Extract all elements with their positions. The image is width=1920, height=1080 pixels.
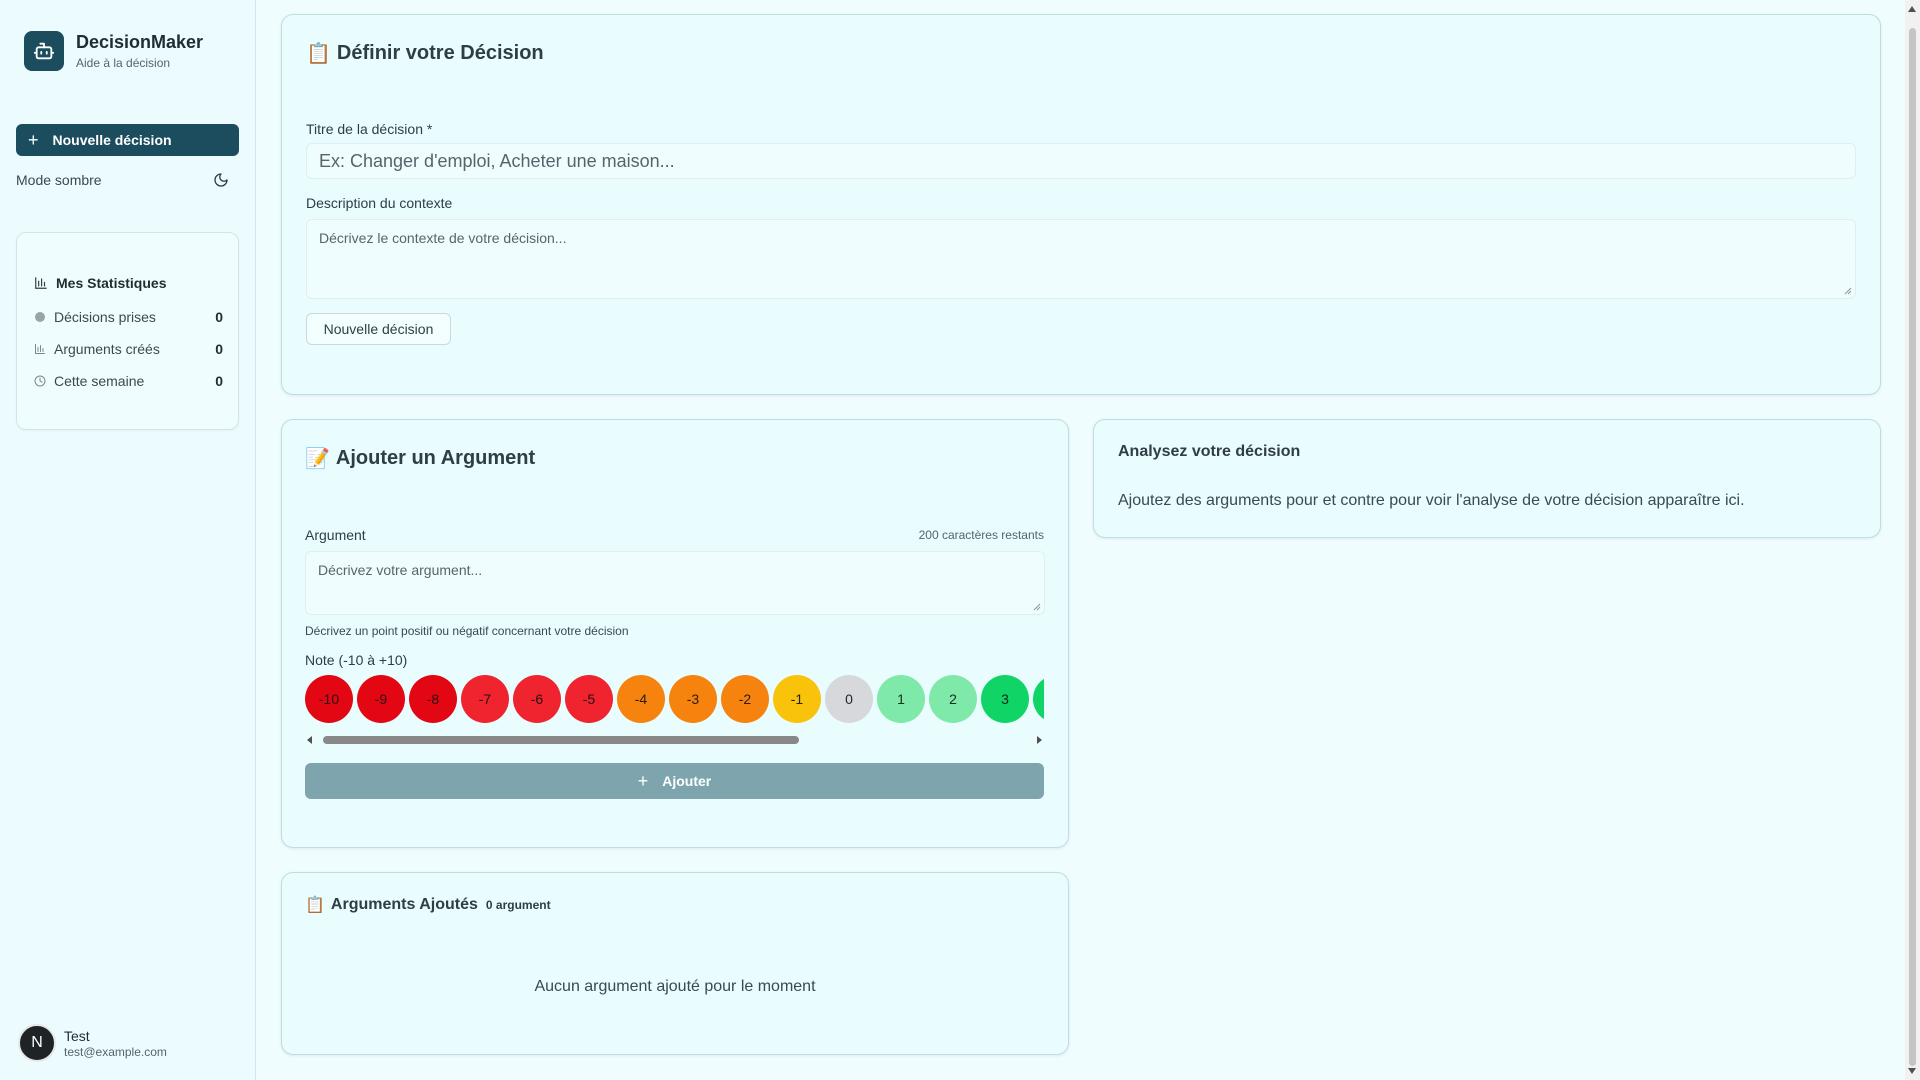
page-scrollbar[interactable] — [1905, 0, 1920, 1080]
score-option[interactable]: -6 — [513, 675, 561, 723]
memo-icon: 📝 — [305, 448, 330, 470]
empty-state-text: Aucun argument ajouté pour le moment — [534, 978, 816, 995]
score-option-partial[interactable] — [1033, 675, 1044, 723]
resize-grip-icon[interactable] — [1844, 287, 1852, 295]
user-profile[interactable]: N Test test@example.com — [18, 1024, 167, 1062]
add-argument-button[interactable]: + Ajouter — [305, 763, 1044, 799]
score-option[interactable]: -8 — [409, 675, 457, 723]
score-option[interactable]: -7 — [461, 675, 509, 723]
brand-subtitle: Aide à la décision — [76, 56, 171, 70]
score-scrollbar[interactable] — [305, 734, 1044, 746]
score-option[interactable]: 1 — [877, 675, 925, 723]
sidebar: DecisionMaker Aide à la décision + Nouve… — [0, 0, 256, 1080]
dark-mode-label: Mode sombre — [16, 172, 102, 188]
stat-label: Décisions prises — [54, 309, 156, 325]
analysis-card: Analysez votre décision Ajoutez des argu… — [1093, 419, 1881, 538]
argument-helper-text: Décrivez un point positif ou négatif con… — [305, 624, 629, 638]
decision-title-label: Titre de la décision * — [306, 121, 433, 137]
added-arguments-card: 📋 Arguments Ajoutés 0 argument Aucun arg… — [281, 872, 1069, 1055]
user-email: test@example.com — [64, 1044, 167, 1059]
user-name: Test — [64, 1027, 90, 1044]
score-option[interactable]: -9 — [357, 675, 405, 723]
scrollbar-thumb[interactable] — [1909, 28, 1916, 1066]
scroll-up-arrow-icon[interactable] — [1908, 6, 1916, 12]
score-label: Note (-10 à +10) — [305, 652, 408, 668]
bar-chart-icon — [35, 277, 47, 289]
analysis-body: Ajoutez des arguments pour et contre pou… — [1118, 492, 1745, 509]
add-button-label: Ajouter — [662, 773, 712, 789]
score-option[interactable]: 0 — [825, 675, 873, 723]
define-decision-card: 📋 Définir votre Décision Titre de la déc… — [281, 14, 1881, 395]
stat-value: 0 — [215, 373, 223, 389]
brand[interactable]: DecisionMaker Aide à la décision — [24, 31, 203, 71]
argument-label: Argument — [305, 527, 366, 543]
score-option[interactable]: 3 — [981, 675, 1029, 723]
analysis-title: Analysez votre décision — [1118, 443, 1301, 460]
robot-icon — [24, 31, 64, 71]
stat-value: 0 — [215, 309, 223, 325]
clipboard-icon: 📋 — [305, 897, 325, 914]
decision-description-textarea[interactable]: Décrivez le contexte de votre décision..… — [306, 219, 1856, 299]
clipboard-icon: 📋 — [306, 43, 331, 65]
new-decision-button[interactable]: + Nouvelle décision — [16, 124, 239, 156]
score-option[interactable]: -2 — [721, 675, 769, 723]
decision-title-input[interactable]: Ex: Changer d'emploi, Acheter une maison… — [306, 143, 1856, 179]
score-option[interactable]: -5 — [565, 675, 613, 723]
score-option[interactable]: 2 — [929, 675, 977, 723]
stat-week: Cette semaine 0 — [34, 371, 223, 391]
avatar[interactable]: N — [18, 1024, 56, 1062]
scroll-down-arrow-icon[interactable] — [1908, 1068, 1916, 1074]
stat-decisions: Décisions prises 0 — [34, 307, 223, 327]
score-option[interactable]: -1 — [773, 675, 821, 723]
add-argument-title: 📝 Ajouter un Argument — [305, 447, 536, 470]
scrollbar-thumb[interactable] — [323, 736, 799, 744]
define-decision-title: 📋 Définir votre Décision — [306, 42, 544, 65]
stat-label: Cette semaine — [54, 373, 145, 389]
scroll-left-arrow-icon[interactable] — [307, 736, 312, 744]
resize-grip-icon[interactable] — [1033, 603, 1041, 611]
argument-count-badge: 0 argument — [485, 898, 551, 912]
circle-icon — [34, 311, 46, 323]
stats-title: Mes Statistiques — [34, 275, 166, 291]
stats-card: Mes Statistiques Décisions prises 0 Argu… — [16, 232, 239, 430]
dark-mode-toggle[interactable]: Mode sombre — [16, 170, 239, 190]
argument-placeholder: Décrivez votre argument... — [318, 562, 483, 578]
score-option[interactable]: -10 — [305, 675, 353, 723]
new-decision-label: Nouvelle décision — [52, 132, 172, 148]
decision-description-label: Description du contexte — [306, 195, 453, 211]
clock-icon — [34, 375, 46, 387]
bar-chart-icon — [34, 343, 46, 355]
plus-icon: + — [28, 130, 39, 150]
moon-icon[interactable] — [213, 172, 229, 188]
stat-value: 0 — [215, 341, 223, 357]
score-selector[interactable]: -10 -9 -8 -7 -6 -5 -4 -3 -2 -1 0 1 2 3 — [305, 675, 1044, 725]
score-option[interactable]: -4 — [617, 675, 665, 723]
added-arguments-title: 📋 Arguments Ajoutés 0 argument — [305, 896, 551, 914]
description-placeholder: Décrivez le contexte de votre décision..… — [319, 230, 567, 246]
stat-arguments: Arguments créés 0 — [34, 339, 223, 359]
score-option[interactable]: -3 — [669, 675, 717, 723]
new-decision-outline-button[interactable]: Nouvelle décision — [306, 313, 451, 345]
brand-name: DecisionMaker — [76, 32, 204, 52]
argument-textarea[interactable]: Décrivez votre argument... — [305, 551, 1045, 615]
stat-label: Arguments créés — [54, 341, 160, 357]
scroll-right-arrow-icon[interactable] — [1037, 736, 1042, 744]
plus-icon: + — [637, 770, 649, 791]
chars-remaining: 200 caractères restants — [918, 528, 1044, 542]
